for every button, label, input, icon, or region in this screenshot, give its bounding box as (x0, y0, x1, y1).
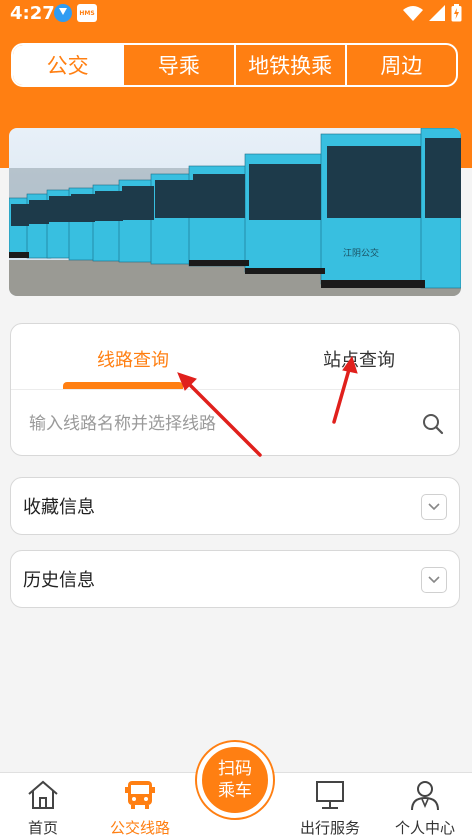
tab-bus[interactable]: 公交 (13, 45, 125, 85)
tab-nearby[interactable]: 周边 (347, 45, 456, 85)
status-bar: 4:27 HMS (0, 0, 472, 26)
battery-icon (451, 4, 462, 22)
bus-icon (125, 781, 155, 809)
nav-profile-label: 个人中心 (394, 819, 455, 837)
history-label: 历史信息 (23, 570, 95, 591)
favorites-label: 收藏信息 (23, 497, 95, 518)
user-icon (411, 781, 439, 811)
nav-travel-services[interactable]: 出行服务 (290, 779, 370, 837)
status-time: 4:27 (10, 2, 55, 24)
divider (11, 389, 459, 390)
nav-bus-lines[interactable]: 公交线路 (100, 779, 180, 837)
bus-sign-text: 江阴公交 (343, 247, 379, 259)
monitor-icon (316, 781, 344, 809)
bus-banner-image: 江阴公交 (9, 128, 461, 296)
nav-home[interactable]: 首页 (3, 779, 83, 837)
nav-home-label: 首页 (27, 819, 58, 837)
nav-bus-lines-label: 公交线路 (109, 819, 170, 837)
scan-to-ride-button[interactable]: 扫码 乘车 (197, 742, 273, 818)
home-icon (28, 780, 58, 809)
scan-label-line1: 扫码 (218, 759, 252, 779)
scan-label-line2: 乘车 (218, 781, 252, 801)
nav-travel-label: 出行服务 (299, 819, 360, 837)
wifi-icon (403, 6, 423, 21)
active-tab-indicator (63, 382, 183, 389)
tab-metro-transfer[interactable]: 地铁换乘 (236, 45, 347, 85)
favorites-row[interactable]: 收藏信息 (10, 477, 460, 535)
chevron-down-icon[interactable] (421, 567, 447, 593)
nav-profile[interactable]: 个人中心 (385, 779, 465, 837)
tab-guide[interactable]: 导乘 (124, 45, 236, 85)
tab-stop-query[interactable]: 站点查询 (279, 346, 439, 372)
search-icon[interactable] (421, 412, 445, 436)
top-tab-bar: 公交 导乘 地铁换乘 周边 (11, 43, 458, 87)
search-card: 线路查询 站点查询 (10, 323, 460, 456)
tab-route-query[interactable]: 线路查询 (53, 346, 213, 372)
chevron-down-icon[interactable] (421, 494, 447, 520)
history-row[interactable]: 历史信息 (10, 550, 460, 608)
signal-icon (429, 5, 445, 21)
message-icon: HMS (77, 4, 97, 22)
download-icon (54, 4, 72, 22)
route-search-input[interactable] (29, 408, 409, 440)
